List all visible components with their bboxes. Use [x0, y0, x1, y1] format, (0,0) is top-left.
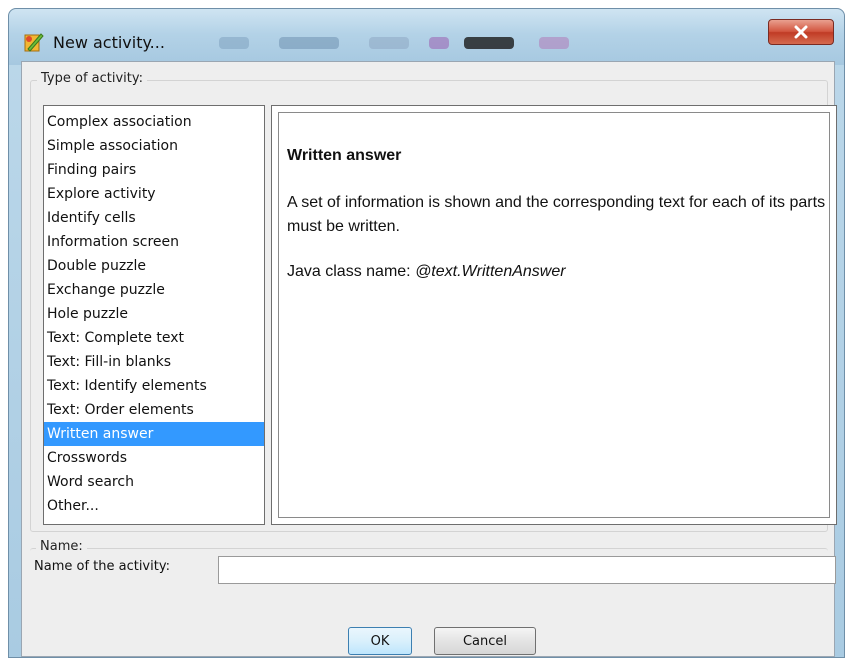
activity-name-input[interactable] — [218, 556, 836, 584]
name-group-label: Name: — [36, 539, 87, 554]
title-decoration — [279, 37, 339, 49]
title-decoration — [464, 37, 514, 49]
activity-type-item[interactable]: Identify cells — [44, 206, 264, 230]
ok-button[interactable]: OK — [348, 627, 412, 655]
title-decoration — [369, 37, 409, 49]
activity-type-item[interactable]: Text: Identify elements — [44, 374, 264, 398]
window-title: New activity... — [53, 33, 165, 52]
activity-type-item[interactable]: Text: Order elements — [44, 398, 264, 422]
title-decoration — [539, 37, 569, 49]
activity-type-item[interactable]: Double puzzle — [44, 254, 264, 278]
activity-type-item[interactable]: Hole puzzle — [44, 302, 264, 326]
dialog-window: New activity... Type of activity: Comple… — [8, 8, 845, 658]
activity-type-item[interactable]: Exchange puzzle — [44, 278, 264, 302]
activity-type-item[interactable]: Finding pairs — [44, 158, 264, 182]
app-activity-icon — [23, 31, 45, 53]
dialog-client-area: Type of activity: Complex association Sim… — [21, 61, 837, 657]
title-decoration — [219, 37, 249, 49]
description-frame: Written answer A set of information is s… — [278, 112, 830, 518]
activity-description-panel: Written answer A set of information is s… — [271, 105, 837, 525]
activity-type-item[interactable]: Written answer — [44, 422, 264, 446]
title-decoration — [429, 37, 449, 49]
java-class-label: Java class name: — [287, 263, 416, 280]
activity-type-item[interactable]: Simple association — [44, 134, 264, 158]
java-class-line: Java class name: @text.WrittenAnswer — [287, 263, 566, 281]
activity-type-list[interactable]: Complex association Simple association Fin… — [43, 105, 265, 525]
activity-type-item[interactable]: Text: Fill-in blanks — [44, 350, 264, 374]
type-of-activity-group: Type of activity: Complex association Sim… — [30, 71, 837, 532]
cancel-button[interactable]: Cancel — [434, 627, 536, 655]
activity-type-item[interactable]: Crosswords — [44, 446, 264, 470]
activity-name-label: Name of the activity: — [34, 559, 170, 574]
close-icon — [793, 25, 809, 39]
activity-type-item[interactable]: Word search — [44, 470, 264, 494]
activity-type-item[interactable]: Information screen — [44, 230, 264, 254]
description-body: A set of information is shown and the co… — [287, 194, 826, 235]
activity-type-item[interactable]: Text: Complete text — [44, 326, 264, 350]
description-title: Written answer — [287, 147, 402, 164]
activity-type-item[interactable]: Explore activity — [44, 182, 264, 206]
activity-type-item[interactable]: Other... — [44, 494, 264, 518]
activity-type-item[interactable]: Complex association — [44, 110, 264, 134]
java-class-name: @text.WrittenAnswer — [415, 263, 566, 280]
title-bar[interactable]: New activity... — [9, 9, 844, 65]
type-of-activity-label: Type of activity: — [37, 71, 148, 86]
close-button[interactable] — [768, 19, 834, 45]
